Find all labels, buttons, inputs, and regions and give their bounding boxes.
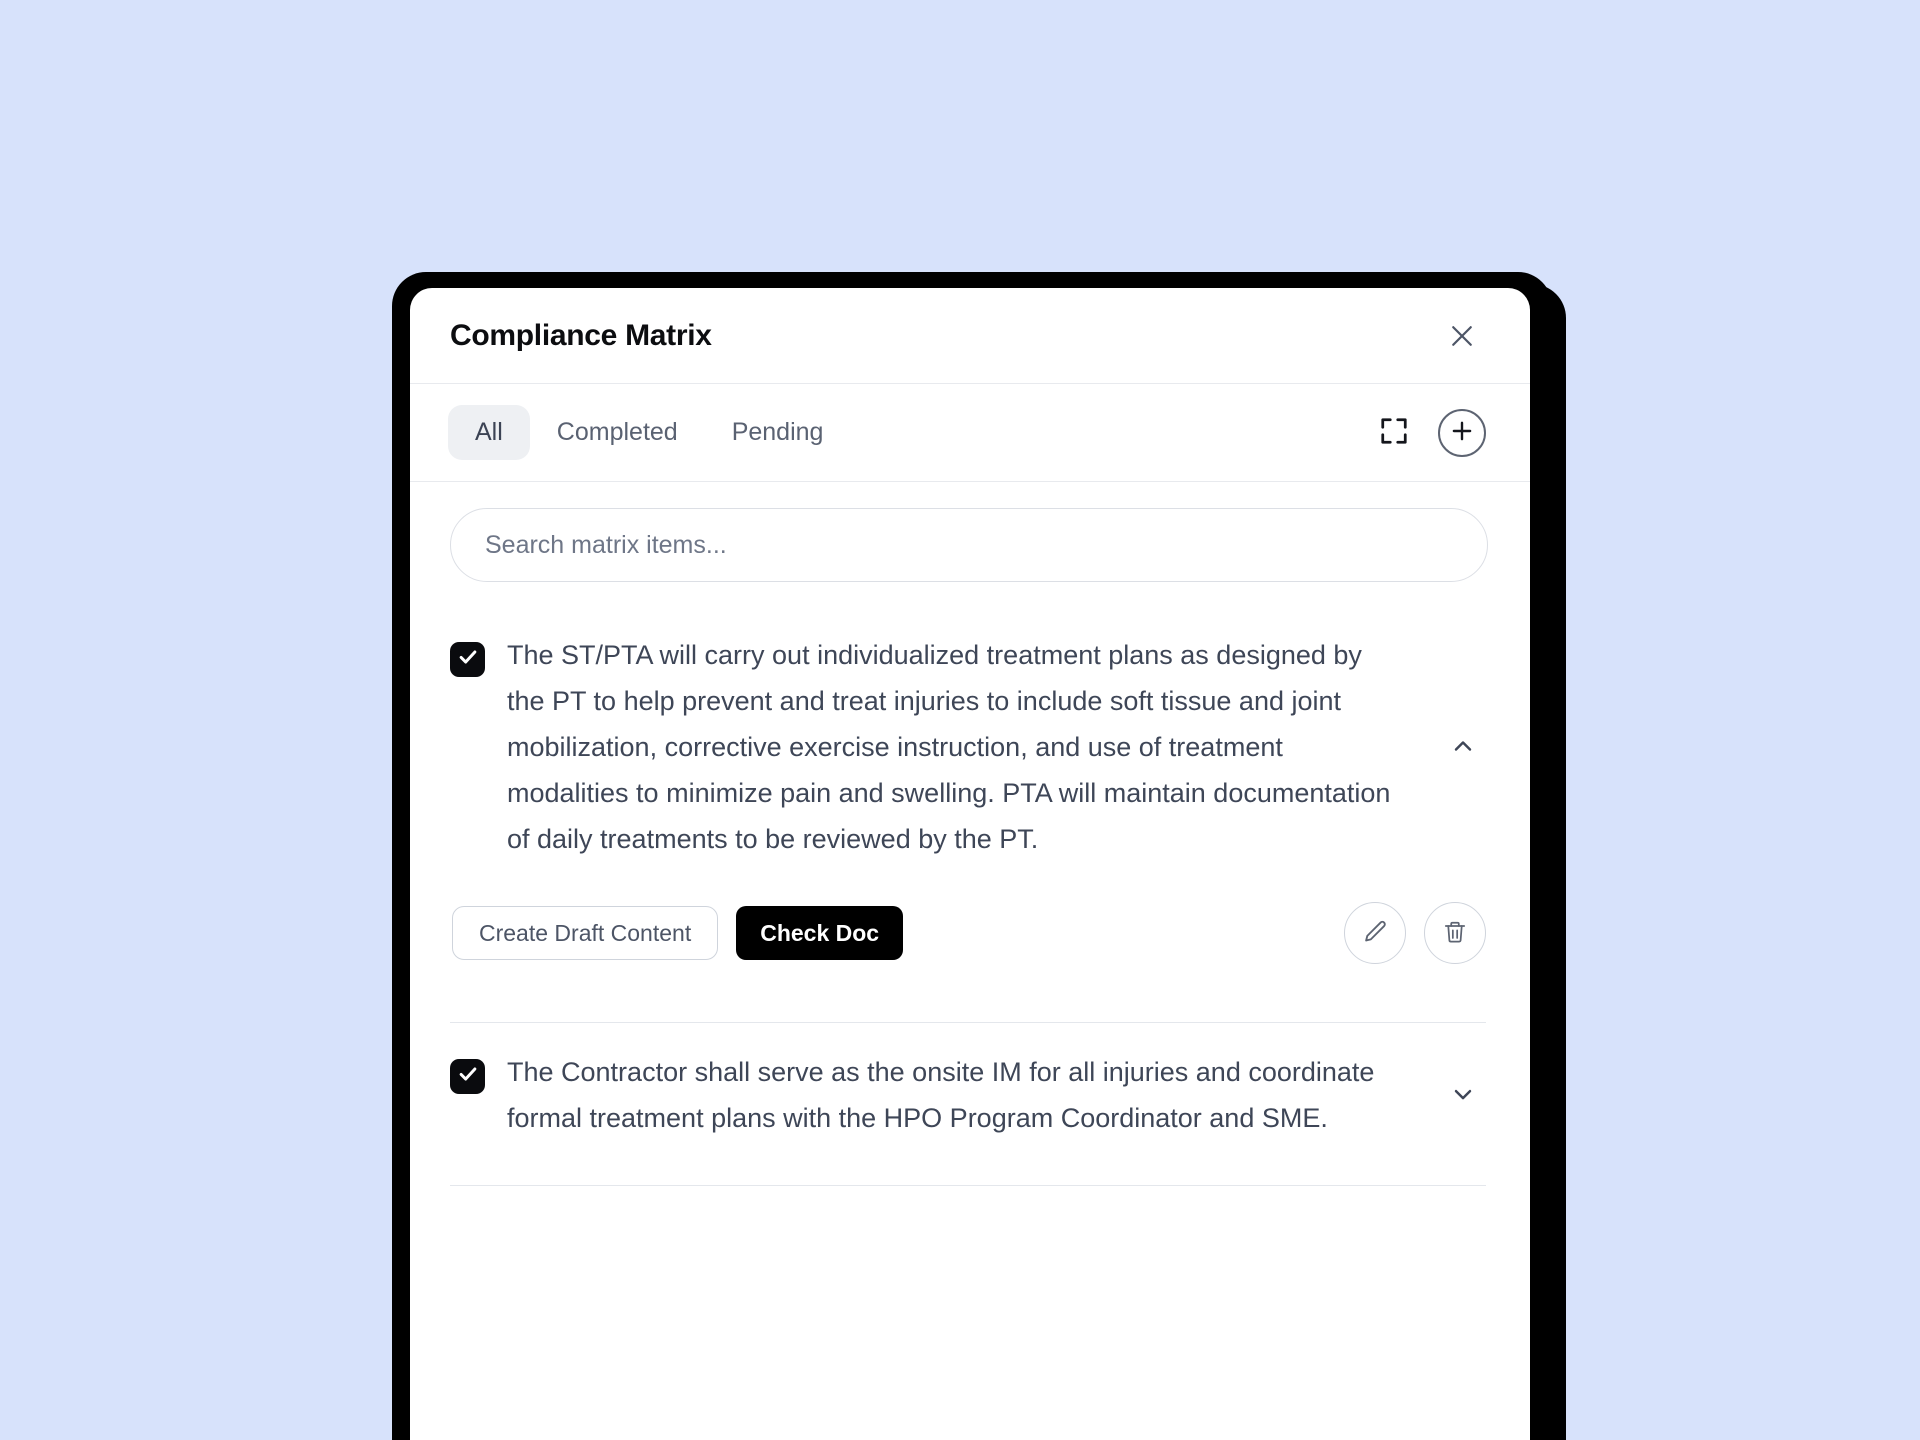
item-collapse-toggle[interactable] — [1440, 724, 1486, 770]
matrix-item-list: The ST/PTA will carry out individualized… — [410, 606, 1530, 1186]
check-icon — [457, 1063, 479, 1090]
chevron-up-icon — [1449, 732, 1477, 763]
chevron-down-icon — [1449, 1080, 1477, 1111]
matrix-item-header: The Contractor shall serve as the onsite… — [450, 1049, 1486, 1141]
item-checkbox[interactable] — [450, 1059, 485, 1094]
item-divider — [450, 1185, 1486, 1186]
item-action-bar: Create Draft Content Check Doc — [450, 902, 1486, 964]
check-doc-button[interactable]: Check Doc — [736, 906, 904, 960]
matrix-item-header: The ST/PTA will carry out individualized… — [450, 632, 1486, 862]
search-input[interactable] — [450, 508, 1488, 582]
add-item-button[interactable] — [1438, 408, 1486, 457]
edit-item-button[interactable] — [1344, 902, 1406, 964]
close-button[interactable] — [1442, 316, 1482, 356]
plus-icon — [1449, 418, 1475, 447]
tab-completed[interactable]: Completed — [530, 405, 705, 460]
expand-icon — [1379, 416, 1409, 449]
item-text: The ST/PTA will carry out individualized… — [507, 640, 1391, 854]
expand-button[interactable] — [1372, 411, 1416, 455]
tab-all[interactable]: All — [448, 405, 530, 460]
matrix-item: The Contractor shall serve as the onsite… — [450, 1023, 1486, 1186]
search-area — [410, 482, 1530, 606]
pencil-icon — [1361, 918, 1389, 949]
panel-header: Compliance Matrix — [410, 288, 1530, 384]
app-panel: Compliance Matrix All Completed Pending — [410, 288, 1530, 1440]
item-expand-toggle[interactable] — [1440, 1072, 1486, 1118]
check-icon — [457, 646, 479, 673]
page-title: Compliance Matrix — [450, 318, 712, 352]
close-icon — [1447, 321, 1477, 351]
item-text: The Contractor shall serve as the onsite… — [507, 1057, 1375, 1133]
matrix-item: The ST/PTA will carry out individualized… — [450, 606, 1486, 1023]
filter-tabs: All Completed Pending — [410, 384, 1530, 482]
device-frame: Compliance Matrix All Completed Pending — [392, 272, 1552, 1440]
create-draft-content-button[interactable]: Create Draft Content — [452, 906, 719, 960]
tab-pending[interactable]: Pending — [705, 405, 851, 460]
item-checkbox[interactable] — [450, 642, 485, 677]
trash-icon — [1442, 919, 1468, 948]
delete-item-button[interactable] — [1424, 902, 1486, 964]
